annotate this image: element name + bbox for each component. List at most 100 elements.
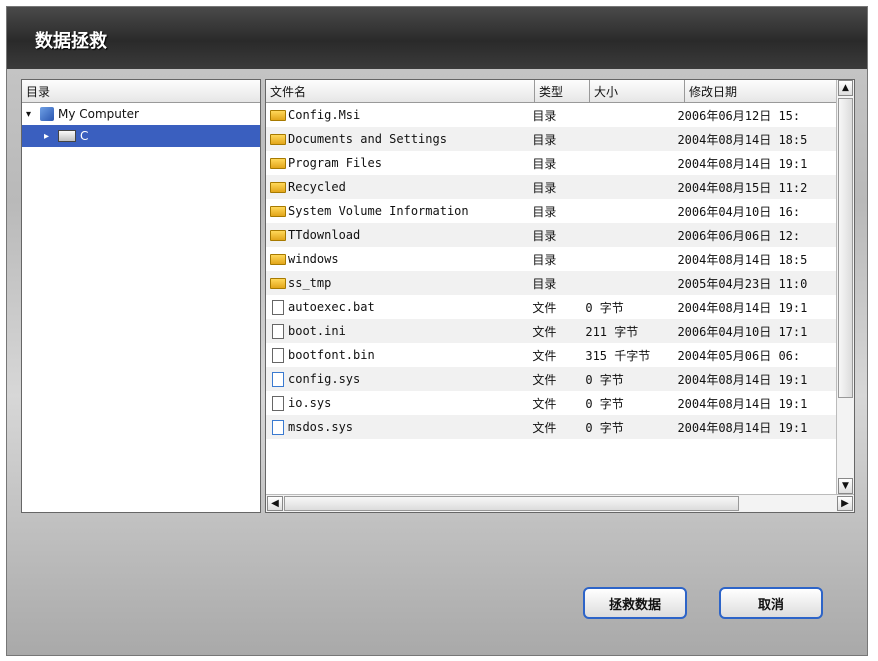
- title-bar: 数据拯救: [7, 7, 867, 69]
- table-row[interactable]: ss_tmp 目录 2005年04月23日 11:0: [266, 271, 836, 295]
- folder-icon: [270, 181, 286, 193]
- horizontal-scroll-thumb[interactable]: [284, 496, 739, 511]
- file-type: 目录: [532, 108, 557, 123]
- file-name-cell: System Volume Information: [266, 204, 528, 218]
- file-name: config.sys: [288, 372, 361, 386]
- file-icon: [272, 323, 284, 339]
- file-name-cell: ss_tmp: [266, 276, 528, 290]
- file-type: 目录: [532, 228, 557, 243]
- dialog-title: 数据拯救: [35, 31, 107, 52]
- file-name: TTdownload: [288, 228, 361, 242]
- table-row[interactable]: TTdownload 目录 2006年06月06日 12:: [266, 223, 836, 247]
- file-type: 文件: [532, 324, 557, 339]
- table-row[interactable]: System Volume Information 目录 2006年04月10日 1…: [266, 199, 836, 223]
- file-name: autoexec.bat: [288, 300, 375, 314]
- file-icon: [272, 395, 284, 411]
- file-name: boot.ini: [288, 324, 346, 338]
- file-type: 目录: [532, 276, 557, 291]
- tree-header: 目录: [22, 80, 260, 103]
- table-row[interactable]: autoexec.bat 文件 0 字节 2004年08月14日 19:1: [266, 295, 836, 319]
- folder-icon: [270, 133, 286, 145]
- scroll-down-arrow-icon[interactable]: ▼: [838, 478, 853, 494]
- file-size: 0 字节: [585, 372, 624, 387]
- drive-icon: [58, 130, 76, 142]
- file-name: ss_tmp: [288, 276, 332, 290]
- file-date: 2006年06月12日 15:: [677, 108, 801, 123]
- recover-data-button[interactable]: 拯救数据: [583, 587, 687, 619]
- file-date: 2004年08月14日 19:1: [677, 156, 808, 171]
- file-type: 目录: [532, 204, 557, 219]
- folder-icon: [270, 277, 286, 289]
- tree-item-label: My Computer: [58, 107, 139, 121]
- file-date: 2004年05月06日 06:: [677, 348, 801, 363]
- file-date: 2004年08月14日 19:1: [677, 300, 808, 315]
- cancel-button[interactable]: 取消: [719, 587, 823, 619]
- file-type: 目录: [532, 156, 557, 171]
- file-date: 2004年08月14日 19:1: [677, 396, 808, 411]
- vertical-scrollbar[interactable]: ▲ ▼: [836, 80, 854, 494]
- file-icon: [272, 299, 284, 315]
- file-date: 2004年08月14日 18:5: [677, 132, 808, 147]
- collapsed-arrow-icon[interactable]: ▸: [44, 131, 58, 142]
- scroll-right-arrow-icon[interactable]: ▶: [837, 496, 853, 511]
- file-name-cell: bootfont.bin: [266, 347, 528, 363]
- table-row[interactable]: boot.ini 文件 211 字节 2006年04月10日 17:1: [266, 319, 836, 343]
- file-name-cell: io.sys: [266, 395, 528, 411]
- vertical-scroll-thumb[interactable]: [838, 98, 853, 398]
- file-name: Config.Msi: [288, 108, 361, 122]
- table-row[interactable]: windows 目录 2004年08月14日 18:5: [266, 247, 836, 271]
- file-type: 文件: [532, 348, 557, 363]
- scroll-up-arrow-icon[interactable]: ▲: [838, 80, 853, 96]
- table-row[interactable]: bootfont.bin 文件 315 千字节 2004年05月06日 06:: [266, 343, 836, 367]
- file-list-header: 文件名 类型 大小 修改日期: [266, 80, 854, 103]
- table-row[interactable]: Documents and Settings 目录 2004年08月14日 18:5: [266, 127, 836, 151]
- file-name-cell: windows: [266, 252, 528, 266]
- file-name: Recycled: [288, 180, 346, 194]
- file-type: 文件: [532, 372, 557, 387]
- file-list: 文件名 类型 大小 修改日期 Config.Msi 目录 2006年06月12日 1…: [265, 79, 855, 513]
- column-header-type[interactable]: 类型: [535, 80, 590, 102]
- file-type: 文件: [532, 300, 557, 315]
- expand-arrow-icon[interactable]: ▾: [26, 109, 40, 120]
- table-row[interactable]: msdos.sys 文件 0 字节 2004年08月14日 19:1: [266, 415, 836, 439]
- table-row[interactable]: Recycled 目录 2004年08月15日 11:2: [266, 175, 836, 199]
- file-name: msdos.sys: [288, 420, 354, 434]
- file-type: 目录: [532, 180, 557, 195]
- horizontal-scrollbar[interactable]: ◀ ▶: [266, 494, 854, 512]
- file-date: 2006年04月10日 17:1: [677, 324, 808, 339]
- table-row[interactable]: config.sys 文件 0 字节 2004年08月14日 19:1: [266, 367, 836, 391]
- file-type: 文件: [532, 420, 557, 435]
- file-date: 2006年06月06日 12:: [677, 228, 801, 243]
- directory-tree: 目录 ▾ My Computer ▸ C: [21, 79, 261, 513]
- table-row[interactable]: io.sys 文件 0 字节 2004年08月14日 19:1: [266, 391, 836, 415]
- file-date: 2004年08月14日 19:1: [677, 420, 808, 435]
- folder-icon: [270, 109, 286, 121]
- tree-item-label: C: [80, 129, 89, 143]
- column-header-name[interactable]: 文件名: [266, 80, 535, 102]
- folder-icon: [270, 253, 286, 265]
- tree-item-my-computer[interactable]: ▾ My Computer: [22, 103, 260, 125]
- scroll-left-arrow-icon[interactable]: ◀: [267, 496, 283, 511]
- file-name-cell: TTdownload: [266, 228, 528, 242]
- file-name-cell: autoexec.bat: [266, 299, 528, 315]
- file-size: 0 字节: [585, 300, 624, 315]
- file-name-cell: Program Files: [266, 156, 528, 170]
- file-rows: Config.Msi 目录 2006年06月12日 15: Documents and…: [266, 103, 836, 493]
- file-name-cell: boot.ini: [266, 323, 528, 339]
- file-type: 目录: [532, 252, 557, 267]
- computer-icon: [40, 107, 54, 121]
- file-size: 315 千字节: [585, 348, 651, 363]
- folder-icon: [270, 205, 286, 217]
- file-icon: [272, 419, 284, 435]
- file-type: 目录: [532, 132, 557, 147]
- file-name-cell: config.sys: [266, 371, 528, 387]
- column-header-date[interactable]: 修改日期: [685, 80, 851, 102]
- file-name: windows: [288, 252, 339, 266]
- column-header-size[interactable]: 大小: [590, 80, 685, 102]
- table-row[interactable]: Program Files 目录 2004年08月14日 19:1: [266, 151, 836, 175]
- table-row[interactable]: Config.Msi 目录 2006年06月12日 15:: [266, 103, 836, 127]
- file-date: 2005年04月23日 11:0: [677, 276, 808, 291]
- file-date: 2004年08月14日 18:5: [677, 252, 808, 267]
- tree-item-drive-c[interactable]: ▸ C: [22, 125, 260, 147]
- file-name-cell: msdos.sys: [266, 419, 528, 435]
